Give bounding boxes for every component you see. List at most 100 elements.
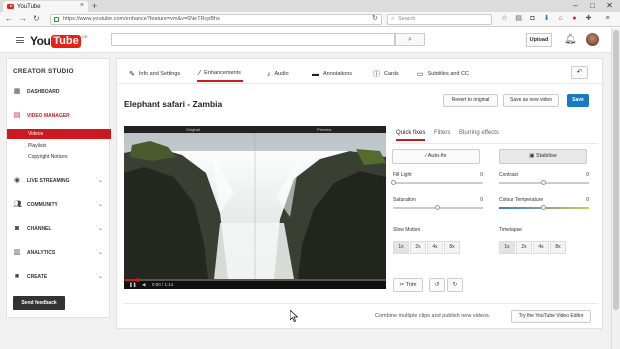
reading-list-icon[interactable]: ▤ bbox=[514, 14, 523, 24]
pause-icon[interactable]: ❚❚ bbox=[129, 282, 137, 288]
save-button[interactable]: Save bbox=[567, 94, 589, 107]
speech-bubble-icon: ▬ bbox=[312, 70, 319, 78]
minimize-icon[interactable]: – bbox=[568, 0, 583, 11]
youtube-logo[interactable]: You Tube GB bbox=[30, 34, 88, 48]
avatar[interactable] bbox=[586, 33, 599, 46]
extension-icon[interactable]: ✚ bbox=[584, 14, 593, 24]
page-scrollbar[interactable] bbox=[611, 28, 620, 349]
sidebar-item-label: DASHBOARD bbox=[27, 89, 60, 95]
volume-icon[interactable]: ◀︎ bbox=[142, 282, 145, 288]
maximize-icon[interactable]: □ bbox=[585, 0, 600, 11]
tab-enhancements[interactable]: ⁄ Enhancements bbox=[197, 66, 243, 82]
saturation-label: Saturation bbox=[393, 197, 416, 203]
browser-tab[interactable]: YouTube × bbox=[3, 1, 88, 12]
tab-quick-fixes[interactable]: Quick fixes bbox=[396, 130, 426, 141]
youtube-search-input[interactable] bbox=[111, 33, 395, 46]
pocket-icon[interactable]: ◘ bbox=[528, 14, 537, 24]
revert-to-original-button[interactable]: Revert to original bbox=[443, 94, 498, 107]
rotate-left-button[interactable]: ↺ bbox=[429, 278, 445, 292]
chevron-down-icon: ⌄ bbox=[97, 226, 103, 232]
music-note-icon: ♪ bbox=[267, 70, 271, 78]
sidebar-item-analytics[interactable]: ▥ ANALYTICS ⌄ bbox=[7, 247, 111, 259]
seek-bar[interactable] bbox=[124, 279, 386, 281]
timelapse-4x[interactable]: 4x bbox=[533, 241, 549, 254]
contrast-handle[interactable] bbox=[541, 180, 546, 185]
bookmark-star-icon[interactable]: ☆ bbox=[500, 14, 509, 24]
video-preview-player[interactable]: Original Preview ❚❚ ◀︎ 0:00 / 1:14 bbox=[124, 126, 386, 289]
close-tab-icon[interactable]: × bbox=[80, 2, 84, 9]
tab-label: Cards bbox=[384, 71, 399, 77]
browser-menu-icon[interactable]: ≡ bbox=[603, 14, 612, 24]
forward-icon[interactable]: → bbox=[19, 14, 27, 24]
slow-motion-8x[interactable]: 8x bbox=[444, 241, 460, 254]
original-label: Original bbox=[186, 127, 200, 132]
sidebar-item-create[interactable]: ■ CREATE ⌄ bbox=[7, 271, 111, 283]
tab-label: Subtitles and CC bbox=[427, 71, 469, 77]
subtitles-icon: ▭ bbox=[417, 71, 424, 78]
logo-region-text: GB bbox=[81, 34, 88, 39]
home-icon[interactable]: ⌂ bbox=[556, 14, 565, 24]
tab-info-and-settings[interactable]: ✎ Info and Settings bbox=[129, 66, 180, 82]
sidebar-subitem-copyright-notices[interactable]: Copyright Notices bbox=[7, 152, 111, 162]
close-window-icon[interactable]: ✕ bbox=[602, 0, 617, 11]
player-controls: ❚❚ ◀︎ 0:00 / 1:14 bbox=[124, 277, 386, 289]
tab-annotations[interactable]: ▬ Annotations bbox=[312, 66, 352, 82]
sidebar-subitem-videos[interactable]: Videos bbox=[7, 129, 111, 139]
right-panel-divider bbox=[392, 143, 598, 144]
notifications-bell-icon[interactable]: 🔔︎ bbox=[564, 34, 577, 45]
trim-label: Trim bbox=[405, 282, 417, 288]
stabilise-button[interactable]: ▣ Stabilise bbox=[499, 149, 587, 164]
timelapse-1x[interactable]: 1x bbox=[499, 241, 515, 254]
back-icon[interactable]: ← bbox=[5, 14, 13, 24]
sidebar-item-dashboard[interactable]: ▦ DASHBOARD bbox=[7, 86, 111, 98]
try-video-editor-button[interactable]: Try the YouTube Video Editor bbox=[511, 310, 591, 323]
fill-light-handle[interactable] bbox=[391, 180, 396, 185]
tab-cards[interactable]: ⓘ Cards bbox=[373, 66, 399, 82]
tab-blurring-effects[interactable]: Blurring effects bbox=[459, 130, 499, 136]
tab-filters[interactable]: Filters bbox=[434, 130, 450, 136]
sidebar-item-community[interactable]: 👥︎ COMMUNITY ⌄ bbox=[7, 199, 111, 211]
sidebar-item-live-streaming[interactable]: ◉ LIVE STREAMING ⌄ bbox=[7, 175, 111, 187]
rotate-right-icon: ↻ bbox=[452, 282, 458, 288]
refresh-icon[interactable]: ↻ bbox=[33, 14, 40, 24]
scrollbar-thumb[interactable] bbox=[613, 30, 619, 310]
seek-handle[interactable] bbox=[136, 277, 140, 282]
address-bar[interactable]: https://www.youtube.com/enhance?feature=… bbox=[50, 14, 382, 25]
slow-motion-2x[interactable]: 2x bbox=[410, 241, 426, 254]
undo-icon[interactable]: ↶ bbox=[571, 66, 588, 79]
tab-divider bbox=[117, 83, 604, 84]
sidebar-item-label: COMMUNITY bbox=[27, 202, 58, 208]
send-feedback-button[interactable]: Send feedback bbox=[13, 296, 65, 310]
mouse-cursor-icon bbox=[290, 310, 298, 322]
youtube-favicon-icon bbox=[7, 4, 14, 9]
guide-menu-icon[interactable] bbox=[16, 37, 24, 43]
rotate-right-button[interactable]: ↻ bbox=[447, 278, 463, 292]
url-text: https://www.youtube.com/enhance?feature=… bbox=[63, 16, 220, 22]
logo-you-text: You bbox=[30, 34, 51, 48]
adblock-icon[interactable]: ● bbox=[570, 14, 579, 24]
browser-search-field[interactable]: ⌕ Search bbox=[387, 14, 492, 25]
timelapse-2x[interactable]: 2x bbox=[516, 241, 532, 254]
trim-button[interactable]: ✂ Trim bbox=[393, 278, 423, 292]
auto-fix-button[interactable]: ⁄ Auto-fix bbox=[392, 149, 480, 164]
fill-light-slider[interactable] bbox=[393, 182, 483, 184]
colour-temperature-handle[interactable] bbox=[541, 205, 546, 210]
sidebar-subitem-playlists[interactable]: Playlists bbox=[7, 141, 111, 151]
slow-motion-label: Slow Motion bbox=[393, 227, 421, 233]
stabilise-label: Stabilise bbox=[535, 153, 557, 159]
saturation-handle[interactable] bbox=[435, 205, 440, 210]
sidebar-item-channel[interactable]: ◙ CHANNEL ⌄ bbox=[7, 223, 111, 235]
new-tab-icon[interactable]: + bbox=[92, 1, 97, 11]
reload-page-icon[interactable]: ↻ bbox=[372, 14, 378, 24]
tab-audio[interactable]: ♪ Audio bbox=[267, 66, 289, 82]
timelapse-8x[interactable]: 8x bbox=[550, 241, 566, 254]
upload-button[interactable]: Upload bbox=[526, 33, 552, 47]
youtube-search-button[interactable]: ⌕ bbox=[395, 33, 425, 46]
slow-motion-1x[interactable]: 1x bbox=[393, 241, 409, 254]
download-icon[interactable]: ⬇ bbox=[542, 14, 551, 24]
save-as-new-video-button[interactable]: Save as new video bbox=[503, 94, 559, 107]
tab-subtitles[interactable]: ▭ Subtitles and CC bbox=[417, 66, 469, 82]
stabilise-icon: ▣ bbox=[529, 153, 536, 159]
slow-motion-4x[interactable]: 4x bbox=[427, 241, 443, 254]
sidebar-item-video-manager[interactable]: ▤ VIDEO MANAGER bbox=[7, 110, 111, 122]
